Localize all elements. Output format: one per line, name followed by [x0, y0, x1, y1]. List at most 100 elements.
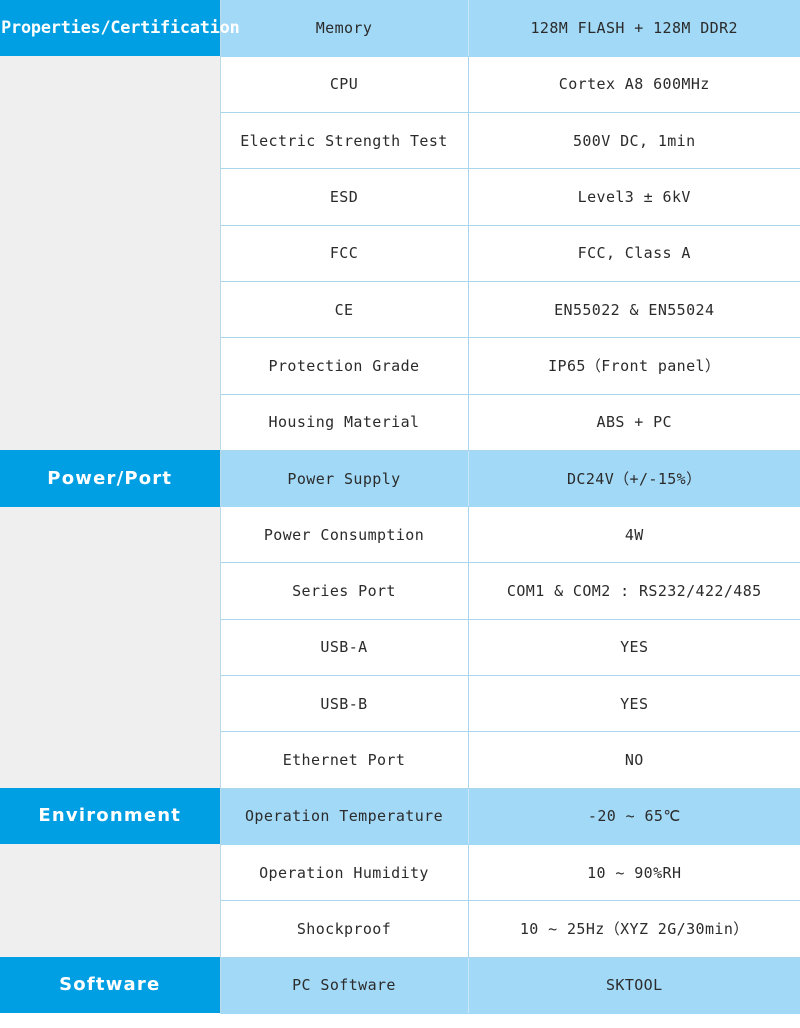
value-label: Cortex A8 600MHz	[558, 75, 710, 94]
value-cell: 128M FLASH + 128M DDR2	[468, 0, 800, 57]
value-label: DC24V（+/-15%）	[566, 469, 702, 488]
value-cell: EN55022 & EN55024	[468, 280, 800, 339]
value-label: 500V DC, 1min	[572, 131, 696, 150]
value-label: NO	[624, 751, 644, 769]
table-row: CE EN55022 & EN55024	[0, 280, 800, 339]
parameter-cell: Operation Temperature	[220, 787, 469, 845]
parameter-label: CPU	[329, 75, 359, 94]
parameter-cell: FCC	[220, 224, 469, 282]
group-filler-cell	[0, 337, 221, 395]
parameter-cell: ESD	[220, 168, 469, 226]
parameter-cell: CPU	[220, 55, 469, 114]
parameter-label: Memory	[315, 18, 373, 37]
group-filler-cell	[0, 112, 221, 169]
parameter-cell: Ethernet Port	[220, 731, 469, 789]
group-filler-cell	[0, 394, 221, 451]
value-cell: 10 ~ 90%RH	[468, 843, 800, 902]
parameter-label: Operation Humidity	[259, 863, 429, 882]
parameter-cell: Series Port	[220, 562, 469, 620]
value-label: YES	[620, 694, 649, 713]
value-cell: SKTOOL	[468, 956, 800, 1014]
table-row: Ethernet Port NO	[0, 731, 800, 789]
group-filler-cell	[0, 56, 221, 113]
specification-table-body: Properties/Certification Memory 128M FLASH…	[0, 0, 800, 1014]
value-label: ABS + PC	[596, 413, 672, 432]
value-cell: ABS + PC	[468, 393, 800, 451]
value-label: 128M FLASH + 128M DDR2	[530, 18, 738, 37]
parameter-label: ESD	[329, 188, 359, 207]
parameter-label: Housing Material	[268, 413, 420, 432]
parameter-label: Protection Grade	[268, 356, 420, 375]
value-label: FCC, Class A	[577, 244, 691, 263]
parameter-cell: Memory	[220, 0, 469, 57]
parameter-cell: Power Consumption	[220, 506, 469, 564]
parameter-cell: CE	[220, 280, 469, 339]
parameter-label: Series Port	[292, 582, 396, 601]
parameter-label: Power Supply	[287, 469, 401, 488]
value-label: EN55022 & EN55024	[554, 300, 715, 319]
parameter-cell: USB-A	[220, 618, 469, 677]
value-label: SKTOOL	[605, 976, 663, 995]
parameter-cell: Housing Material	[220, 393, 469, 451]
group-filler-cell	[0, 900, 221, 958]
table-row: Power Consumption 4W	[0, 506, 800, 564]
parameter-cell: Electric Strength Test	[220, 112, 469, 170]
parameter-cell: Protection Grade	[220, 337, 469, 395]
group-label: Software	[59, 974, 161, 996]
parameter-cell: PC Software	[220, 956, 469, 1014]
table-row: Operation Humidity 10 ~ 90%RH	[0, 843, 800, 902]
value-cell: 10 ~ 25Hz（XYZ 2G/30min）	[468, 900, 800, 958]
value-cell: 500V DC, 1min	[468, 112, 800, 170]
group-label: Environment	[38, 805, 182, 827]
group-filler-cell	[0, 281, 221, 338]
parameter-label: Shockproof	[296, 919, 392, 938]
value-label: 4W	[624, 525, 644, 544]
table-row: FCC FCC, Class A	[0, 224, 800, 282]
value-label: YES	[620, 638, 649, 657]
parameter-label: FCC	[329, 244, 359, 263]
group-filler-cell	[0, 562, 221, 620]
group-filler-cell	[0, 675, 221, 732]
group-filler-cell	[0, 731, 221, 789]
table-row: CPU Cortex A8 600MHz	[0, 55, 800, 114]
value-label: COM1 & COM2 : RS232/422/485	[506, 582, 762, 601]
parameter-label: Operation Temperature	[244, 807, 444, 826]
parameter-cell: Power Supply	[220, 449, 469, 508]
value-cell: Level3 ± 6kV	[468, 168, 800, 226]
table-row: USB-A YES	[0, 618, 800, 677]
value-cell: -20 ~ 65℃	[468, 787, 800, 845]
value-label: 10 ~ 90%RH	[587, 863, 682, 882]
parameter-label: PC Software	[292, 976, 396, 995]
value-cell: 4W	[468, 506, 800, 564]
table-row: Housing Material ABS + PC	[0, 393, 800, 451]
group-header-cell: Properties/Certification	[0, 0, 240, 57]
value-cell: NO	[468, 731, 800, 789]
value-cell: IP65（Front panel）	[468, 337, 800, 395]
value-label: IP65（Front panel）	[548, 356, 721, 375]
value-cell: DC24V（+/-15%）	[468, 449, 800, 508]
parameter-label: USB-A	[320, 638, 368, 657]
parameter-label: Ethernet Port	[282, 751, 406, 769]
group-filler-cell	[0, 844, 221, 901]
table-row: Protection Grade IP65（Front panel）	[0, 337, 800, 395]
group-filler-cell	[0, 225, 221, 282]
table-row: USB-B YES	[0, 675, 800, 733]
table-row: Series Port COM1 & COM2 : RS232/422/485	[0, 562, 800, 620]
parameter-label: Electric Strength Test	[240, 131, 448, 150]
table-row: ESD Level3 ± 6kV	[0, 168, 800, 226]
table-row: Electric Strength Test 500V DC, 1min	[0, 112, 800, 170]
value-cell: COM1 & COM2 : RS232/422/485	[468, 562, 800, 620]
value-cell: FCC, Class A	[468, 224, 800, 282]
value-label: Level3 ± 6kV	[577, 188, 691, 207]
parameter-cell: Shockproof	[220, 900, 469, 958]
table-row: Environment Operation Temperature -20 ~ 65…	[0, 787, 800, 845]
table-row: Software PC Software SKTOOL	[0, 956, 800, 1014]
value-cell: YES	[468, 675, 800, 733]
parameter-label: USB-B	[320, 694, 368, 713]
value-label: -20 ~ 65℃	[587, 807, 681, 826]
group-header-cell: Software	[0, 957, 221, 1014]
value-cell: Cortex A8 600MHz	[468, 55, 800, 114]
parameter-cell: USB-B	[220, 675, 469, 733]
value-label: 10 ~ 25Hz（XYZ 2G/30min）	[519, 919, 749, 938]
group-label: Power/Port	[47, 467, 173, 489]
